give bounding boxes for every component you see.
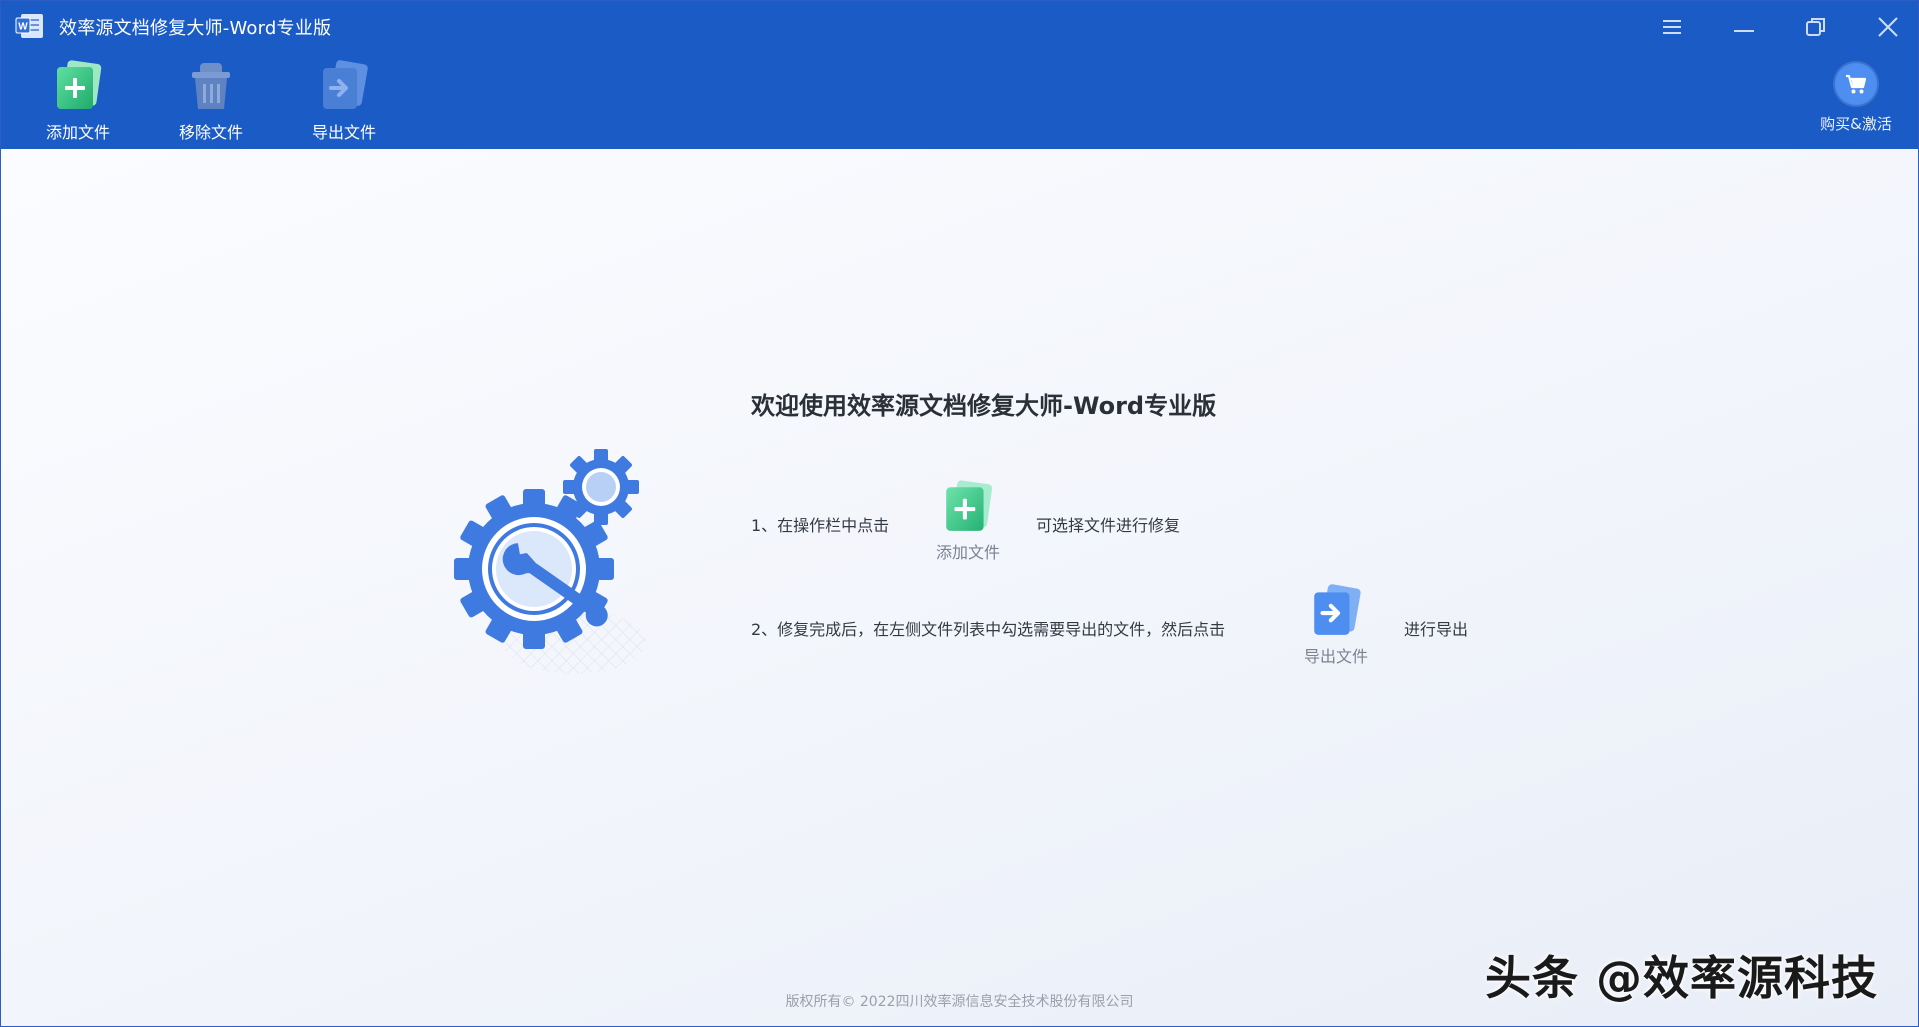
top-toolbar: W 效率源文档修复大师-Word专业版 添加文件 移除文件 导出文件 购买&激活 [1,1,1918,149]
close-button[interactable] [1870,11,1906,43]
export-file-label: 导出文件 [311,123,376,142]
remove-file-label: 移除文件 [178,123,243,142]
step2-prefix: 2、修复完成后，在左侧文件列表中勾选需要导出的文件，然后点击 [751,620,1226,639]
welcome-panel: 欢迎使用效率源文档修复大师-Word专业版 1、在操作栏中点击 添加文件 可选择… [1,149,1918,1026]
close-icon [1878,17,1898,37]
window-title: 效率源文档修复大师-Word专业版 [59,18,332,39]
app-window: W 效率源文档修复大师-Word专业版 添加文件 移除文件 导出文件 购买&激活… [0,0,1919,1027]
step1-prefix: 1、在操作栏中点击 [751,516,890,535]
add-file-label: 添加文件 [45,123,110,142]
buy-circle [1835,63,1877,105]
minimize-button[interactable] [1726,11,1762,43]
svg-text:W: W [18,22,28,33]
restore-button[interactable] [1798,11,1834,43]
add-file-icon [946,480,993,531]
menu-icon [1663,20,1681,34]
trash-icon [192,63,230,109]
step2-export-file-label: 导出文件 [1303,647,1368,666]
buy-activate-label: 购买&激活 [1820,115,1892,133]
step1-add-file-button[interactable]: 添加文件 [918,479,1018,563]
step1-suffix: 可选择文件进行修复 [1036,516,1181,535]
word-doc-icon: W [15,14,43,38]
export-file-button[interactable]: 导出文件 [294,59,394,143]
add-file-icon [57,60,102,109]
buy-activate-button[interactable]: 购买&激活 [1801,61,1911,141]
title-bar: W 效率源文档修复大师-Word专业版 [1,1,1918,51]
step2-suffix: 进行导出 [1404,620,1469,639]
export-file-icon [323,60,368,109]
footer: 版权所有© 2022四川效率源信息安全技术股份有限公司 [1,991,1918,1011]
remove-file-button[interactable]: 移除文件 [161,59,261,143]
menu-button[interactable] [1654,11,1690,43]
copyright-text: 版权所有© 2022四川效率源信息安全技术股份有限公司 [785,994,1134,1010]
restore-icon [1806,18,1825,36]
cart-icon [1846,74,1867,94]
gear-wrench-icon [454,449,646,674]
step2-export-file-button[interactable]: 导出文件 [1286,583,1386,667]
add-file-button[interactable]: 添加文件 [28,59,128,143]
step1-add-file-label: 添加文件 [935,543,1000,562]
minimize-icon [1734,30,1754,32]
welcome-title: 欢迎使用效率源文档修复大师-Word专业版 [751,392,1217,420]
export-file-icon [1314,584,1361,635]
